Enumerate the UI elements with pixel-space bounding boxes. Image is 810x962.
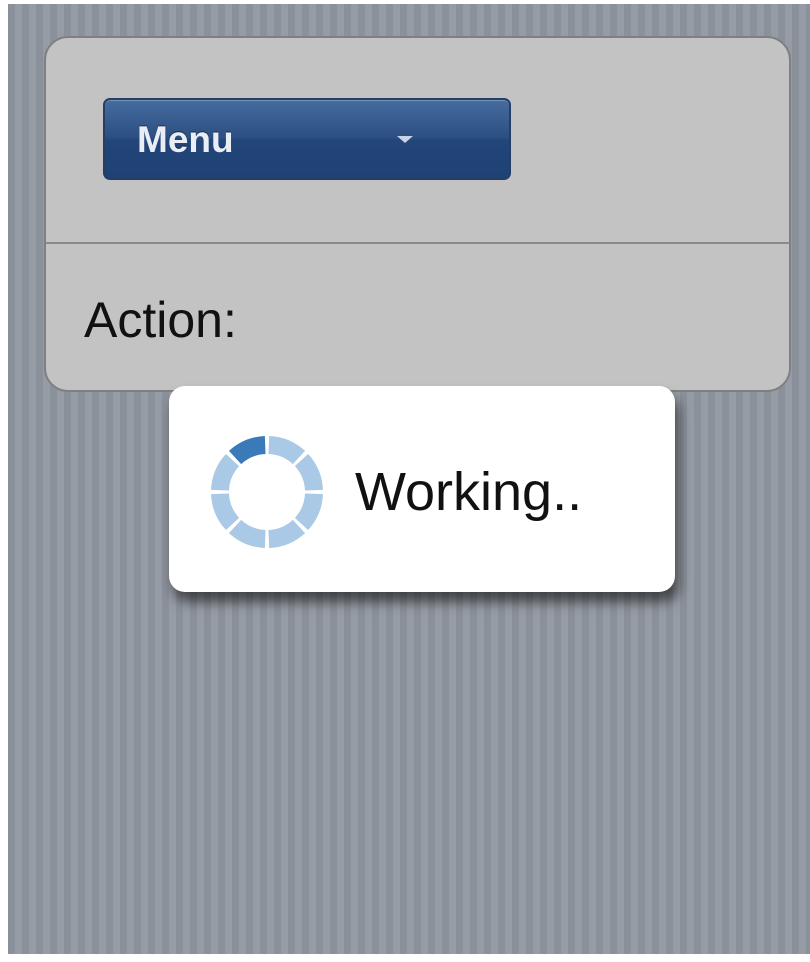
loading-text: Working.. [355,462,583,522]
menu-button-label: Menu [137,119,234,160]
spinner-segment [228,519,266,548]
control-panel: Menu Action: [44,36,791,392]
menu-button[interactable]: Menu [103,98,511,180]
loading-dialog: Working.. [169,386,675,592]
spinner-segment-active [228,436,266,465]
spinner-segment [294,493,323,531]
action-label: Action: [84,292,237,348]
spinner-segment [211,493,240,531]
chevron-down-icon [397,136,413,143]
panel-menu-section: Menu [46,38,789,244]
app-background: Menu Action: Working.. [8,4,810,954]
spinner-segment [294,453,323,491]
spinner-segment [211,453,240,491]
spinner-icon [211,436,323,548]
spinner-segment [268,519,306,548]
spinner-segment [268,436,306,465]
